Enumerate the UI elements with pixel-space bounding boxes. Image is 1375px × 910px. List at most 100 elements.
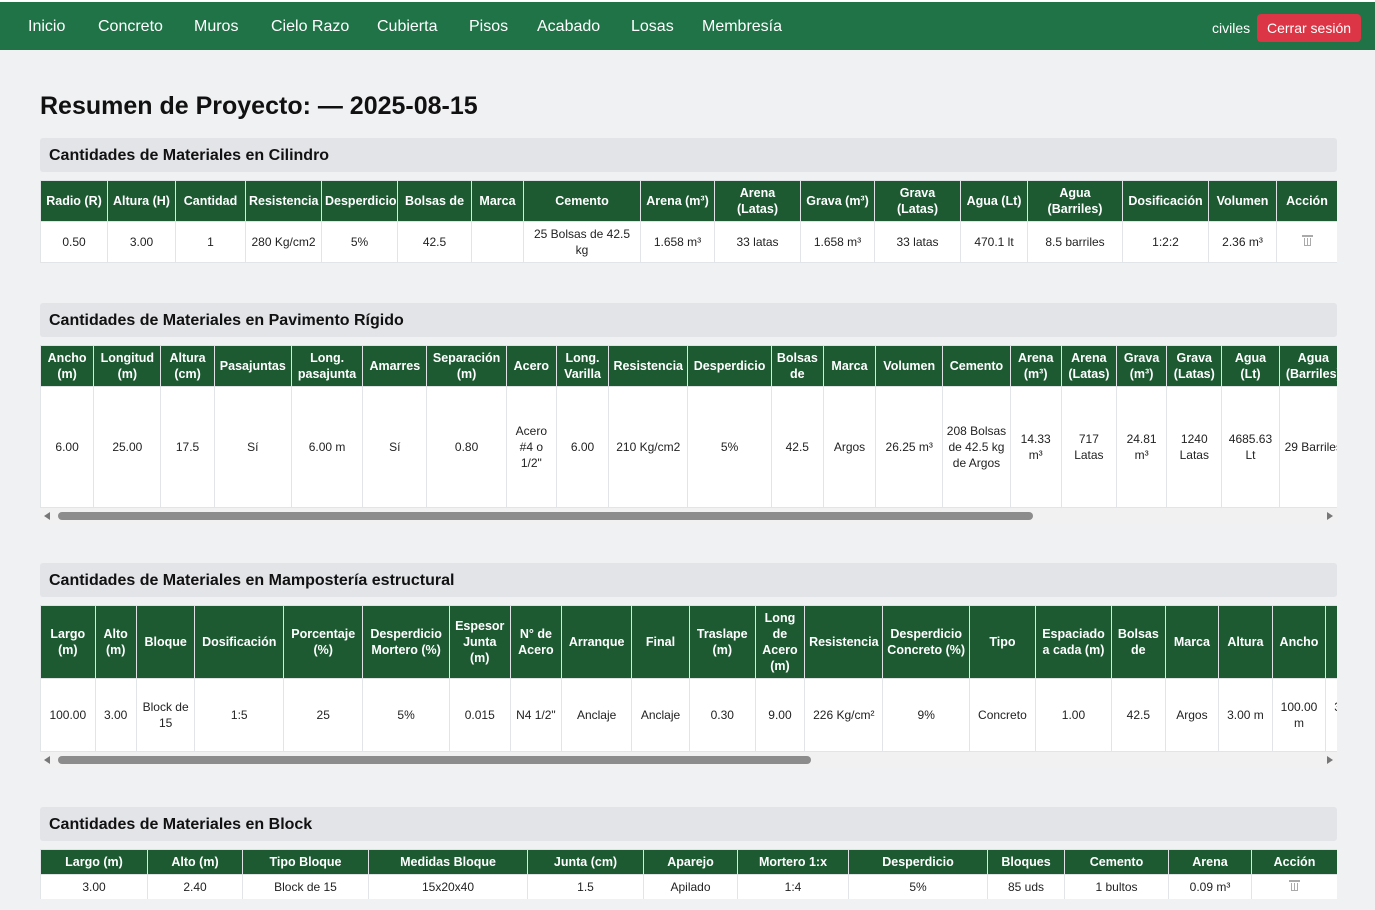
nav-cielo-razo[interactable]: Cielo Razo [271, 18, 349, 36]
table-cell: 14.33 m³ [1009, 386, 1062, 508]
column-header: Cemento [523, 180, 641, 222]
column-header: Bloques [987, 849, 1065, 875]
section-title: Cantidades de Materiales en Mampostería … [49, 572, 455, 589]
table-header-row: Ancho (m) Longitud (m) Altura (cm) Pasajunt… [40, 345, 1337, 387]
section-header-block: Cantidades de Materiales en Block [40, 807, 1337, 841]
scroll-right-arrow-icon[interactable] [1327, 512, 1333, 520]
scroll-left-arrow-icon[interactable] [44, 512, 50, 520]
nav-losas[interactable]: Losas [631, 18, 674, 36]
table-cell: 5% [321, 221, 398, 263]
table-cell: 280 Kg/cm2 [245, 221, 322, 263]
table-cell: N4 1/2" [509, 678, 563, 752]
table-header-row: Radio (R) Altura (H) Cantidad Resistencia De… [40, 180, 1337, 222]
column-header: Agua (Barriles) [1027, 180, 1123, 222]
table-cell: 0.50 [40, 221, 108, 263]
table-cell: 100.00 [40, 678, 96, 752]
table-cell: Block de 15 [242, 874, 369, 899]
table-cell [1276, 221, 1337, 263]
column-header: Arena [1168, 849, 1252, 875]
table-cell: 1.658 m³ [640, 221, 715, 263]
table-row: 3.00 2.40 Block de 15 15x20x40 1.5 Apilado 1:4… [40, 874, 1337, 899]
nav-acabado[interactable]: Acabado [537, 18, 600, 36]
column-header: Marca [1164, 605, 1220, 679]
column-header: Agua (Lt) [960, 180, 1028, 222]
column-header: Espesor Junta (m) [448, 605, 511, 679]
pavimento-table: Ancho (m) Longitud (m) Altura (cm) Pasajunt… [40, 345, 1337, 508]
column-header: Dosificación [1122, 180, 1209, 222]
table-cell: 0.30 [688, 678, 756, 752]
logout-button[interactable]: Cerrar sesión [1257, 14, 1361, 42]
table-cell: Apilado [643, 874, 738, 899]
trash-icon[interactable] [1289, 879, 1300, 891]
table-cell: 3.00 [94, 678, 137, 752]
cilindro-table: Radio (R) Altura (H) Cantidad Resistencia De… [40, 180, 1337, 263]
column-header: Ancho [1271, 605, 1327, 679]
section-title: Cantidades de Materiales en Pavimento Rí… [49, 312, 404, 329]
table-cell: 9% [882, 678, 970, 752]
column-header: Long de Acero (m) [754, 605, 806, 679]
table-cell: Anclaje [561, 678, 633, 752]
nav-inicio[interactable]: Inicio [28, 18, 65, 36]
column-header: Marca [471, 180, 524, 222]
column-header: Arena (Latas) [1060, 345, 1117, 387]
column-header: Altura (H) [107, 180, 176, 222]
table-cell: 4685.63 Lt [1221, 386, 1280, 508]
column-header: Cantidad [175, 180, 246, 222]
column-header: Dosificación [194, 605, 285, 679]
table-cell: 42.5 [1111, 678, 1166, 752]
column-header: Ancho (m) [40, 345, 95, 387]
column-header: Amarres [362, 345, 428, 387]
table-cell: 0.80 [426, 386, 507, 508]
column-header: Alto (m) [94, 605, 137, 679]
navbar: Inicio Concreto Muros Cielo Razo Cubiert… [0, 0, 1375, 50]
column-header: Volumen [875, 345, 944, 387]
column-header: Area [1325, 605, 1337, 679]
column-header: Junta (cm) [527, 849, 644, 875]
mamposteria-scrollbar[interactable] [40, 752, 1337, 768]
pavimento-scrollbar[interactable] [40, 508, 1337, 524]
section-title: Cantidades de Materiales en Cilindro [49, 147, 330, 164]
column-header: Desperdicio [321, 180, 398, 222]
column-header: Desperdicio [687, 345, 772, 387]
column-header: Final [631, 605, 690, 679]
column-header: Tipo Bloque [242, 849, 369, 875]
column-header: Bolsas de [770, 345, 824, 387]
column-header: N° de Acero [509, 605, 563, 679]
table-cell: 1:2:2 [1122, 221, 1209, 263]
column-header: Radio (R) [40, 180, 108, 222]
scrollbar-thumb[interactable] [58, 512, 1033, 520]
column-header: Marca [822, 345, 877, 387]
nav-muros[interactable]: Muros [194, 18, 238, 36]
column-header: Bolsas de [1111, 605, 1166, 679]
table-cell: 9.00 [754, 678, 806, 752]
table-cell: 25.00 [93, 386, 162, 508]
column-header: Largo (m) [40, 605, 96, 679]
nav-concreto[interactable]: Concreto [98, 18, 163, 36]
table-cell: 17.5 [160, 386, 215, 508]
column-header: Grava (m³) [1115, 345, 1168, 387]
table-cell: 26.25 m³ [875, 386, 944, 508]
table-cell: 100.00 m [1271, 678, 1327, 752]
column-header: Tipo [968, 605, 1036, 679]
column-header: Long. pasajunta [290, 345, 364, 387]
scroll-left-arrow-icon[interactable] [44, 756, 50, 764]
table-cell: 15x20x40 [368, 874, 528, 899]
table-cell: 226 Kg/cm² [804, 678, 884, 752]
table-cell: 1.5 [527, 874, 644, 899]
nav-membresia[interactable]: Membresía [702, 18, 782, 36]
scroll-right-arrow-icon[interactable] [1327, 756, 1333, 764]
table-cell: Block de 15 [135, 678, 196, 752]
table-cell: 5% [362, 678, 450, 752]
column-header: Resistencia [804, 605, 884, 679]
column-header: Desperdicio [848, 849, 988, 875]
table-cell: 1.00 [1034, 678, 1113, 752]
column-header: Agua (Barriles) [1278, 345, 1337, 387]
nav-pisos[interactable]: Pisos [469, 18, 508, 36]
column-header: Mortero 1:x [737, 849, 849, 875]
table-row: 6.00 25.00 17.5 Sí 6.00 m Sí 0.80 Acero #4 o 1/… [40, 386, 1337, 508]
nav-cubierta[interactable]: Cubierta [377, 18, 437, 36]
column-header: Bloque [135, 605, 196, 679]
trash-icon[interactable] [1301, 234, 1313, 246]
column-header: Porcentaje (%) [283, 605, 364, 679]
scrollbar-thumb[interactable] [58, 756, 811, 764]
